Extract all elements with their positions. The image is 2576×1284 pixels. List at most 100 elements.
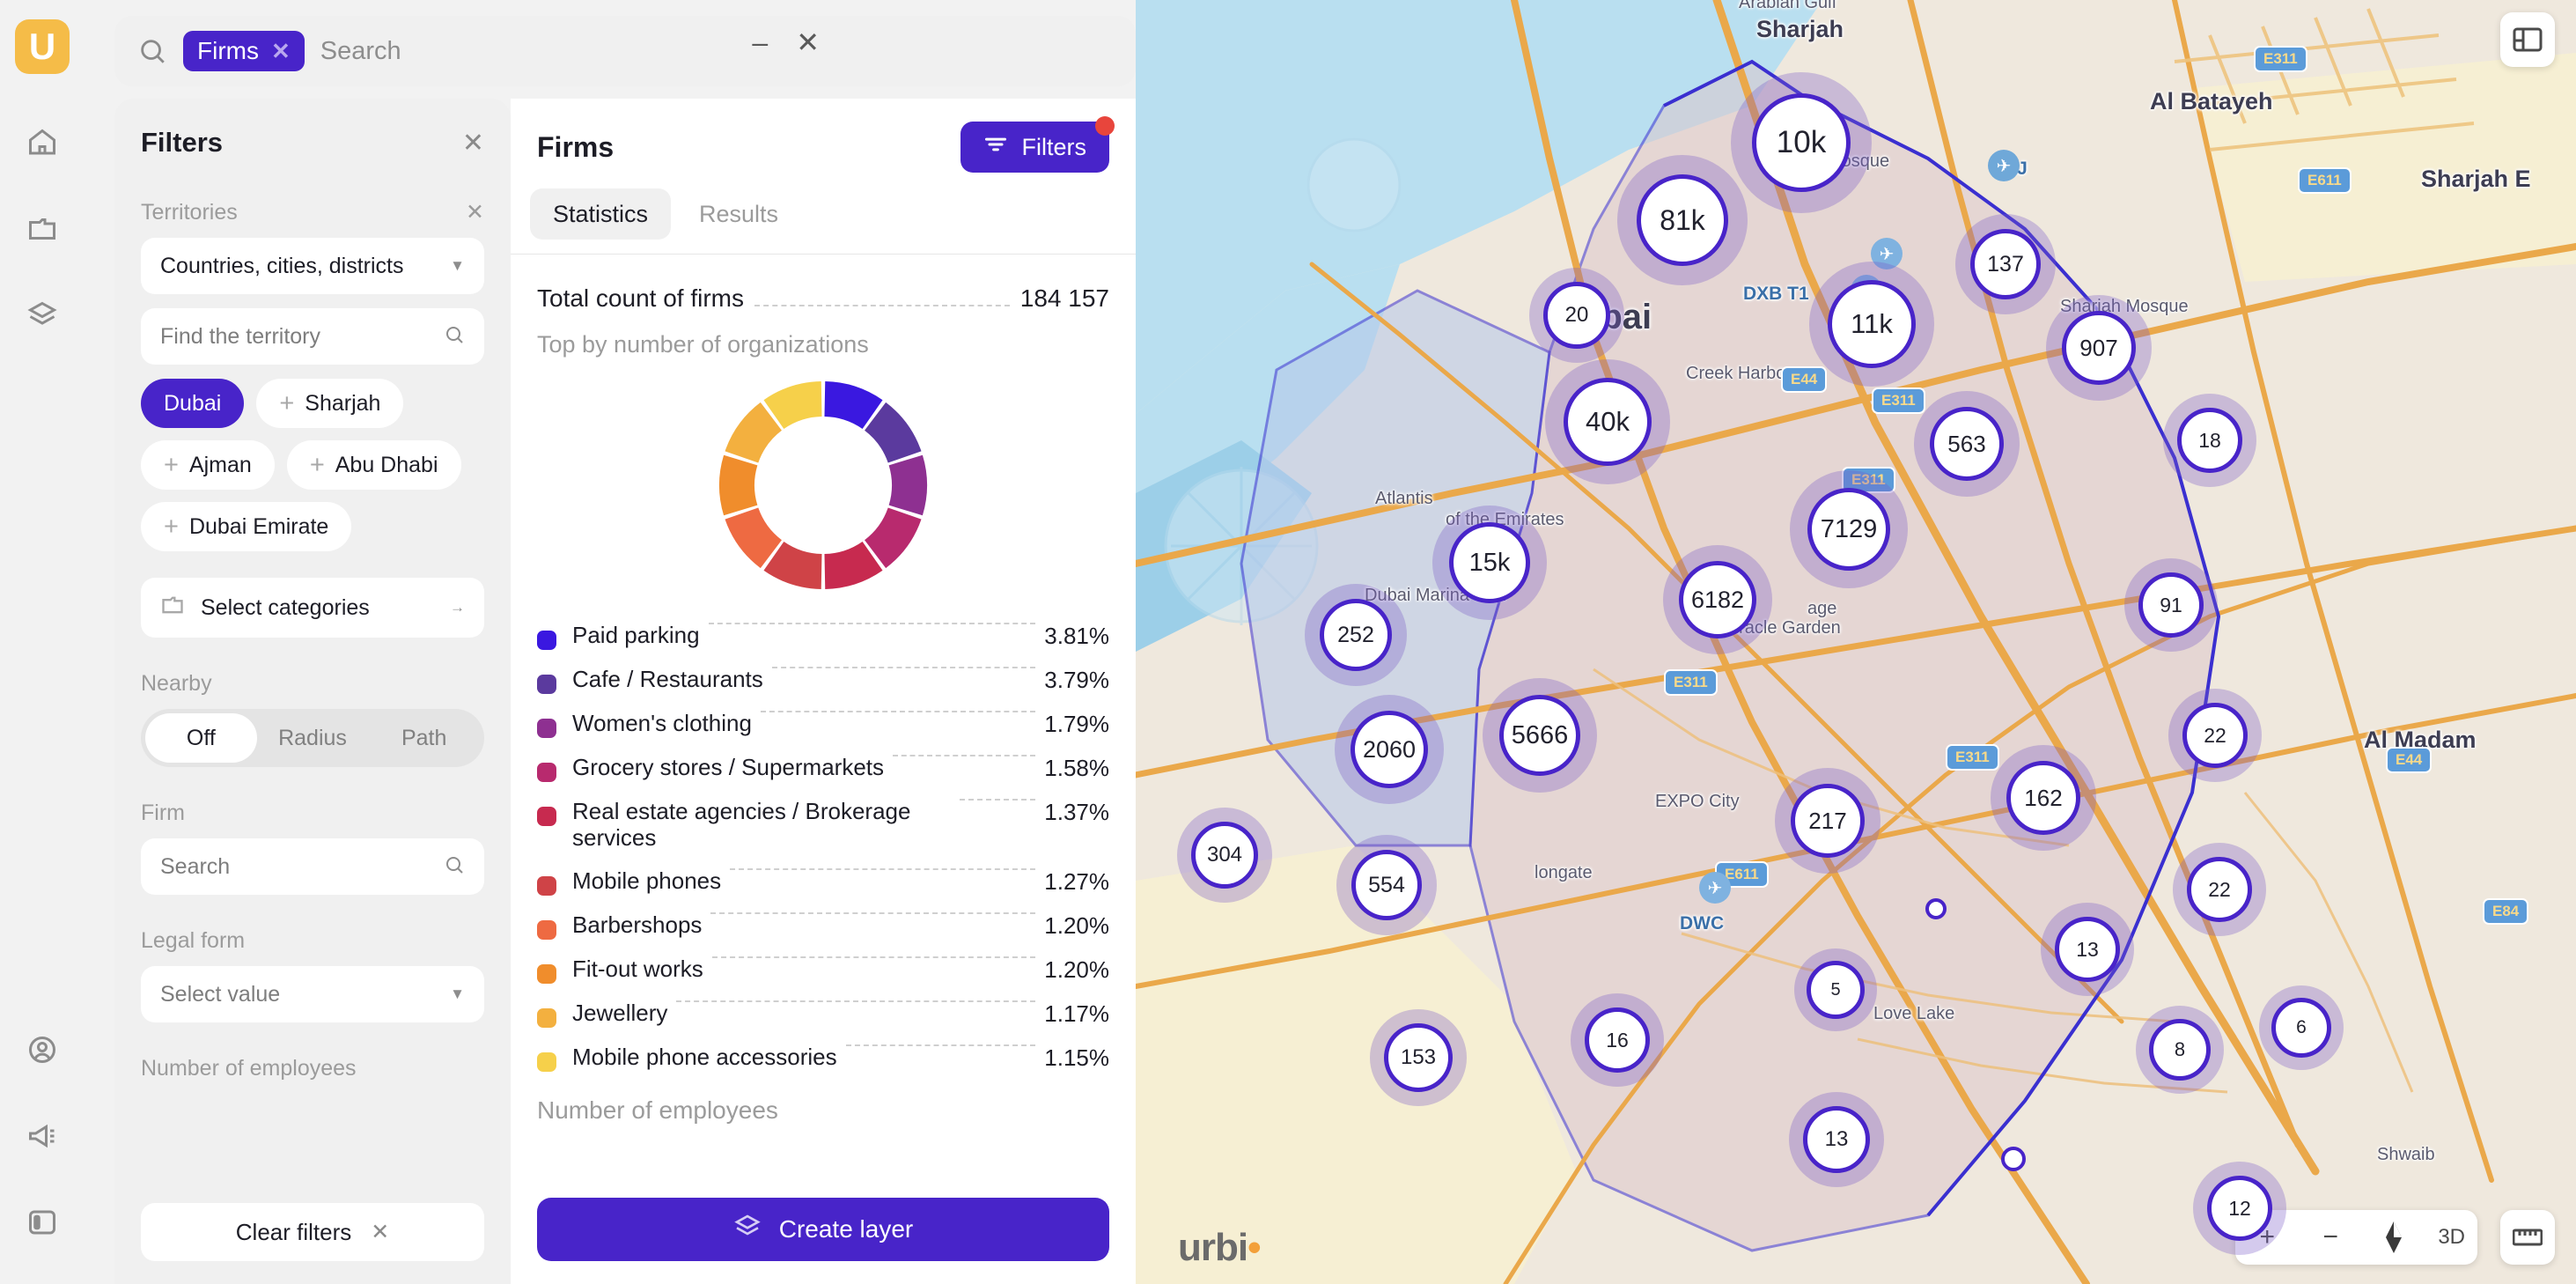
legend-row[interactable]: Barbershops 1.20% [537,911,1109,940]
map-cluster-label: 304 [1191,822,1258,889]
territory-chip[interactable]: + Ajman [141,440,275,490]
territory-chip[interactable]: + Dubai Emirate [141,502,352,551]
statistics-panel: Firms Filters Statistics Results Total co… [511,99,1136,1284]
territory-chip[interactable]: Dubai [141,379,245,428]
create-layer-button[interactable]: Create layer [537,1198,1109,1261]
clear-filters-button[interactable]: Clear filters ✕ [141,1203,484,1261]
map-cluster-marker[interactable]: 554 [1336,835,1437,935]
map-cluster-marker[interactable]: 10k [1731,72,1872,213]
territories-clear-icon[interactable]: ✕ [466,199,484,225]
filters-panel-close-icon[interactable]: ✕ [462,128,484,159]
nearby-option-off[interactable]: Off [145,713,257,763]
territory-chip[interactable]: + Sharjah [256,379,404,428]
leader-dots [760,711,1036,712]
legend-row[interactable]: Jewellery 1.17% [537,1000,1109,1028]
map-layers-icon[interactable] [2500,12,2555,67]
legend-row[interactable]: Mobile phone accessories 1.15% [537,1044,1109,1072]
app-logo[interactable]: U [15,19,70,74]
folder-icon[interactable] [18,204,67,254]
tab-statistics[interactable]: Statistics [530,188,672,240]
map-point-marker[interactable] [1925,898,1947,919]
territory-type-select[interactable]: Countries, cities, districts ▼ [141,238,484,294]
donut-segment[interactable] [888,454,927,516]
map-cluster-marker[interactable]: 563 [1914,391,2020,497]
map-cluster-marker[interactable]: 304 [1177,808,1272,903]
zoom-out-button[interactable]: − [2311,1222,2350,1252]
legal-form-select[interactable]: Select value ▼ [141,966,484,1022]
map-cluster-label: 137 [1970,229,2041,299]
search-icon [137,36,167,66]
legend-row[interactable]: Cafe / Restaurants 3.79% [537,666,1109,694]
map-cluster-marker[interactable]: 252 [1305,584,1407,686]
map-cluster-label: 12 [2207,1176,2272,1241]
legend-row[interactable]: Grocery stores / Supermarkets 1.58% [537,754,1109,782]
territory-chip-label: Dubai [164,390,222,416]
map-cluster-marker[interactable]: 22 [2168,689,2262,782]
clear-filters-label: Clear filters [235,1218,352,1245]
map-cluster-marker[interactable]: 153 [1370,1009,1467,1106]
select-categories-button[interactable]: Select categories → [141,578,484,638]
map-cluster-marker[interactable]: 6 [2259,985,2344,1070]
global-search-bar[interactable]: Firms ✕ [114,16,1136,86]
map-cluster-marker[interactable]: 2060 [1335,695,1444,804]
map-cluster-marker[interactable]: 20 [1529,268,1624,363]
window-controls[interactable]: – ✕ [752,28,820,56]
ruler-icon[interactable] [2500,1210,2555,1265]
territory-chip[interactable]: + Abu Dhabi [286,440,461,490]
map-cluster-marker[interactable]: 6182 [1663,545,1772,654]
map-canvas[interactable]: Dubai Sharjah Arabian Gulf Al Batayeh Sh… [1136,0,2576,1284]
legend-row[interactable]: Women's clothing 1.79% [537,710,1109,738]
map-cluster-marker[interactable]: 15k [1432,505,1547,620]
map-cluster-marker[interactable]: 13 [2041,903,2134,996]
map-cluster-marker[interactable]: 12 [2193,1162,2286,1255]
legend-row[interactable]: Paid parking 3.81% [537,622,1109,650]
map-cluster-marker[interactable]: 137 [1955,214,2056,314]
nearby-option-path[interactable]: Path [368,713,480,763]
open-filters-button[interactable]: Filters [960,116,1115,173]
home-icon[interactable] [18,118,67,167]
map-cluster-marker[interactable]: 5 [1794,948,1877,1031]
donut-segment[interactable] [719,454,758,516]
megaphone-icon[interactable] [18,1111,67,1161]
tab-results[interactable]: Results [676,188,801,240]
map-cluster-marker[interactable]: 8 [2136,1006,2224,1094]
legend-row[interactable]: Mobile phones 1.27% [537,867,1109,896]
map-cluster-marker[interactable]: 13 [1789,1092,1884,1187]
statistics-tabs[interactable]: Statistics Results [511,173,1136,240]
search-scope-chip[interactable]: Firms ✕ [183,31,305,71]
map-cluster-marker[interactable]: 22 [2173,843,2266,936]
territory-search-input[interactable]: Find the territory [141,308,484,365]
close-button[interactable]: ✕ [796,28,820,56]
legend-label: Fit-out works [572,955,703,982]
map-cluster-marker[interactable]: 18 [2163,394,2256,487]
search-scope-remove-icon[interactable]: ✕ [271,38,291,65]
panel-toggle-icon[interactable] [18,1198,67,1247]
map-cluster-marker[interactable]: 7129 [1790,470,1908,588]
map-cluster-marker[interactable]: 11k [1809,262,1934,387]
filter-icon [983,134,1008,161]
map-cluster-marker[interactable]: 217 [1775,768,1880,874]
map-cluster-marker[interactable]: 81k [1617,155,1748,285]
user-account-icon[interactable] [18,1025,67,1074]
plus-icon: + [164,512,179,541]
map-cluster-marker[interactable]: 162 [1991,745,2096,851]
map-cluster-marker[interactable]: 40k [1545,359,1670,484]
nearby-option-radius[interactable]: Radius [257,713,369,763]
legend-row[interactable]: Real estate agencies / Brokerage service… [537,798,1109,852]
map-cluster-marker[interactable]: 5666 [1483,678,1597,793]
3d-toggle-button[interactable]: 3D [2438,1225,2465,1250]
statistics-panel-title: Firms [537,130,615,163]
layers-icon[interactable] [18,291,67,340]
nearby-label: Nearby [141,671,212,696]
firm-search-input[interactable]: Search [141,838,484,895]
search-input[interactable] [320,36,1113,66]
legend-swatch-icon [537,1052,556,1072]
compass-icon[interactable] [2374,1220,2413,1255]
nearby-segmented-control[interactable]: Off Radius Path [141,709,484,767]
map-point-marker[interactable] [2001,1147,2026,1171]
map-cluster-marker[interactable]: 91 [2124,558,2218,652]
map-cluster-marker[interactable]: 16 [1571,993,1664,1087]
map-cluster-marker[interactable]: 907 [2046,295,2152,401]
legend-row[interactable]: Fit-out works 1.20% [537,956,1109,984]
minimize-button[interactable]: – [752,28,768,56]
